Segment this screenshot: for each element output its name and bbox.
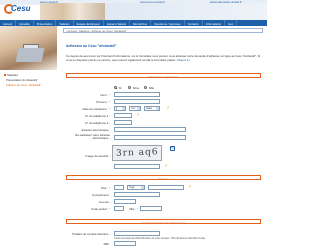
- prenom-input[interactable]: [114, 99, 160, 104]
- birth-date-label: Date de naissance : *: [82, 107, 111, 111]
- postal-code-input[interactable]: [114, 206, 124, 211]
- nav-item-questions[interactable]: Questions / réponses: [151, 20, 185, 26]
- prenom-label: Prénom : *: [96, 100, 110, 104]
- page-title: Adhésion au Cesu "déclaratif": [66, 44, 117, 48]
- captcha-text: 3rn aq6: [115, 147, 159, 159]
- refresh-captcha-icon[interactable]: ↻: [170, 146, 175, 151]
- email-label: Adresse électronique :: [81, 128, 110, 132]
- nav-item-informations[interactable]: Informations: [203, 20, 226, 26]
- banner-photo: [40, 3, 105, 20]
- nav-item-salaries[interactable]: Salariés: [56, 20, 74, 26]
- voie-help-icon[interactable]: ?: [188, 185, 192, 189]
- civility-radio-mme[interactable]: [128, 86, 131, 89]
- section-address: Adresse: [66, 175, 261, 181]
- bank-note: Code international d'identification de v…: [114, 237, 206, 240]
- section-address-label: Adresse: [157, 176, 170, 181]
- paper-form-link[interactable]: Cliquez ici: [177, 58, 190, 62]
- tel1-help-icon[interactable]: ?: [136, 113, 140, 117]
- sidebar-item-adherer[interactable]: Adhérer au Cesu "déclaratif": [0, 83, 57, 88]
- intro-text: Ce depuis de seul envoi sur l'internet d…: [66, 54, 261, 63]
- tel2-input[interactable]: [114, 120, 132, 125]
- rib-input[interactable]: [114, 241, 136, 246]
- sidebar-title-label: Salariés: [7, 73, 18, 77]
- account-holder-label: Titulaire du compte bancaire :: [72, 232, 110, 236]
- civility-radio-mlle[interactable]: [144, 86, 147, 89]
- captcha-help-icon[interactable]: ?: [164, 164, 168, 168]
- nav-item-espace-salarie[interactable]: Espace Salarié: [104, 20, 130, 26]
- lieu-dit-input[interactable]: [114, 199, 136, 204]
- voie-label: Voie : *: [100, 186, 110, 190]
- birth-year-select[interactable]: aaaa: [144, 106, 160, 111]
- nav-item-demarches[interactable]: Démarches: [130, 20, 152, 26]
- sidebar: Salariés Présentation du dispositif Adhé…: [0, 73, 57, 88]
- email-confirm-label: Ré-saisissez votre adresse électronique …: [75, 133, 110, 140]
- city-input[interactable]: [140, 206, 162, 211]
- voie-number-input[interactable]: [114, 185, 124, 190]
- civility-label-mlle: Mlle: [149, 86, 155, 90]
- captcha-image: 3rn aq6: [112, 145, 162, 161]
- birth-day-select[interactable]: jj: [114, 106, 126, 111]
- voie-type-select[interactable]: Type: [127, 185, 145, 190]
- banner-background: [105, 3, 267, 20]
- nav-item-espace-employeur[interactable]: Espace Employeur: [74, 20, 105, 26]
- section-general-label: Informations générales: [148, 74, 179, 79]
- tel1-input[interactable]: [114, 113, 132, 118]
- city-label: Ville : *: [129, 207, 138, 211]
- civility-label-mme: Mme: [133, 86, 140, 90]
- tel1-label: N° de téléphone 1 :: [85, 114, 110, 118]
- nav-item-lien[interactable]: Lien: [225, 20, 238, 26]
- logo-text: Cesu: [11, 4, 31, 13]
- postal-code-label: Code postal : *: [91, 207, 110, 211]
- nav-item-contacts[interactable]: Contacts: [185, 20, 203, 26]
- email-input[interactable]: [114, 127, 186, 132]
- captcha-input[interactable]: [114, 164, 160, 169]
- lieu-dit-label: Lieu-dit :: [98, 200, 110, 204]
- birth-help-icon[interactable]: ?: [166, 106, 170, 110]
- email-confirm-input[interactable]: [114, 135, 186, 140]
- section-general: Informations générales: [66, 73, 261, 79]
- birth-month-select[interactable]: mm: [129, 106, 141, 111]
- civility-radio-m[interactable]: [114, 86, 117, 89]
- tel2-label: N° de téléphone 2 :: [85, 121, 110, 125]
- hero-photo: [0, 26, 57, 70]
- laptop-icon: [15, 48, 45, 62]
- civility-label-m: M: [119, 86, 122, 90]
- section-bank: Compte bancaire de prélèvement: [66, 219, 261, 225]
- complement-label: Complément :: [92, 193, 110, 197]
- bullet-icon: [4, 74, 6, 77]
- nom-label: Nom : *: [100, 93, 110, 97]
- complement-input[interactable]: [114, 192, 160, 197]
- rib-label: RIB :: [103, 242, 110, 246]
- breadcrumb: › Accueil › Salariés › Adhérer au Cesu "…: [63, 28, 263, 33]
- cesu-logo[interactable]: Cesu: [3, 3, 33, 17]
- account-holder-input[interactable]: [114, 231, 160, 236]
- section-bank-label: Compte bancaire de prélèvement: [141, 220, 186, 225]
- voie-name-input[interactable]: [148, 185, 184, 190]
- nom-input[interactable]: [114, 92, 160, 97]
- security-image-label: Image de sécurité :: [85, 154, 110, 158]
